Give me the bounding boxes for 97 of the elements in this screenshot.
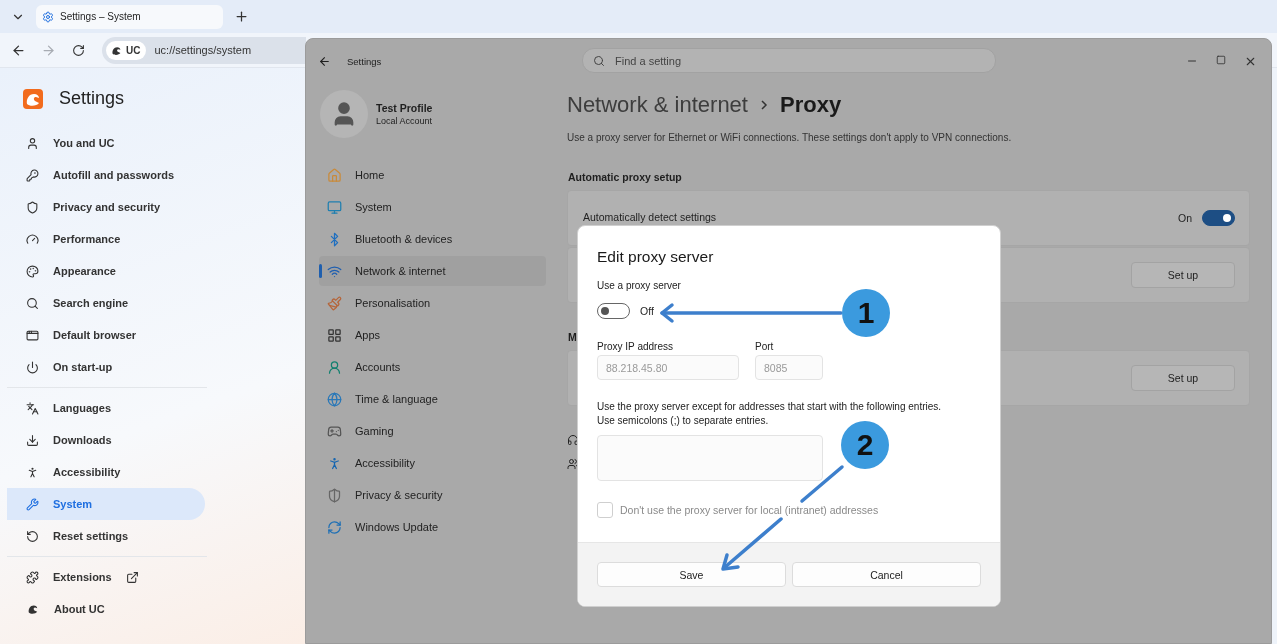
- nav-item[interactable]: Windows Update: [319, 512, 546, 542]
- profile-name: Test Profile: [376, 102, 433, 114]
- wifi-icon: [327, 263, 342, 279]
- sidebar-item[interactable]: Appearance: [7, 255, 205, 287]
- sidebar-item[interactable]: On start-up: [7, 351, 205, 383]
- window-icon: [26, 328, 39, 342]
- browser-tab[interactable]: Settings – System: [36, 4, 223, 29]
- forward-icon: [40, 42, 56, 58]
- chevron-icon: [759, 99, 768, 111]
- account-type: Local Account: [376, 116, 433, 126]
- search-icon: [593, 54, 605, 67]
- key-icon: [26, 168, 39, 182]
- badge-text: UC: [126, 44, 141, 56]
- checkbox-label: Don't use the proxy server for local (intranet) addresses: [620, 504, 879, 516]
- brush-icon: [327, 295, 342, 311]
- update-icon: [327, 519, 342, 535]
- section-heading: M: [568, 331, 578, 343]
- address-bar[interactable]: UC uc://settings/system: [102, 36, 306, 64]
- close-icon[interactable]: [1244, 55, 1257, 68]
- tab-title: Settings – System: [60, 11, 141, 22]
- wrench-icon: [26, 497, 39, 511]
- gear-icon: [42, 10, 54, 23]
- headset-icon[interactable]: [567, 434, 579, 446]
- url-text: uc://settings/system: [154, 44, 252, 56]
- shield-icon: [327, 487, 342, 503]
- nav-item[interactable]: Accessibility: [319, 448, 546, 478]
- nav-item[interactable]: Bluetooth & devices: [319, 224, 546, 254]
- page-description: Use a proxy server for Ethernet or WiFi connections. These settings don't apply to VPN connections.: [567, 132, 1013, 143]
- sidebar-item[interactable]: Languages: [7, 392, 205, 424]
- sidebar-title: Settings: [59, 88, 125, 109]
- toggle-state: On: [1178, 212, 1192, 224]
- reload-icon: [71, 43, 85, 57]
- accessibility-icon: [327, 455, 342, 471]
- nav-item[interactable]: Network & internet: [319, 256, 546, 286]
- search-field[interactable]: Find a setting: [582, 48, 996, 73]
- nav-item[interactable]: Time & language: [319, 384, 546, 414]
- power-icon: [26, 360, 39, 374]
- page-title: Proxy: [779, 92, 842, 118]
- back-icon[interactable]: [318, 55, 331, 68]
- sidebar-item[interactable]: Performance: [7, 223, 205, 255]
- cancel-button[interactable]: Cancel: [792, 562, 981, 587]
- sidebar-item[interactable]: About UC: [7, 593, 205, 625]
- back-icon: [10, 42, 26, 58]
- sidebar-item[interactable]: Downloads: [7, 424, 205, 456]
- logo-icon: [23, 88, 43, 109]
- plus-icon: [233, 9, 249, 24]
- field-label: Proxy IP address: [597, 341, 674, 352]
- sidebar-item[interactable]: Search engine: [7, 287, 205, 319]
- setup-button[interactable]: Set up: [1131, 262, 1235, 288]
- people-icon[interactable]: [567, 458, 579, 470]
- gauge-icon: [26, 232, 39, 246]
- site-badge[interactable]: UC: [106, 40, 147, 60]
- reset-icon: [26, 529, 39, 543]
- search-placeholder: Find a setting: [615, 54, 682, 67]
- person-icon: [26, 136, 39, 150]
- nav-item[interactable]: Personalisation: [319, 288, 546, 318]
- save-button[interactable]: Save: [597, 562, 786, 587]
- translate-icon: [26, 401, 39, 415]
- monitor-icon: [327, 199, 342, 215]
- palette-icon: [26, 264, 39, 278]
- sidebar-item[interactable]: Autofill and passwords: [7, 159, 205, 191]
- field-label: Port: [755, 341, 775, 352]
- gamepad-icon: [327, 423, 342, 439]
- sidebar-item[interactable]: Extensions: [7, 561, 205, 593]
- maximize-icon[interactable]: [1216, 55, 1226, 65]
- home-icon: [327, 167, 342, 183]
- setting-label: Automatically detect settings: [583, 211, 717, 223]
- toggle-switch[interactable]: [1202, 210, 1235, 226]
- globe-icon: [327, 391, 342, 407]
- toggle-state: Off: [640, 305, 654, 317]
- section-heading: Automatic proxy setup: [568, 171, 683, 183]
- person-icon: [327, 359, 342, 375]
- sidebar-item[interactable]: Accessibility: [7, 456, 205, 488]
- nav-item[interactable]: Accounts: [319, 352, 546, 382]
- search-icon: [26, 296, 39, 310]
- input-field[interactable]: [597, 435, 823, 481]
- sidebar-item[interactable]: Reset settings: [7, 520, 205, 552]
- nav-item[interactable]: Home: [319, 160, 546, 190]
- nav-item[interactable]: System: [319, 192, 546, 222]
- sidebar-item[interactable]: Privacy and security: [7, 191, 205, 223]
- nav-item[interactable]: Gaming: [319, 416, 546, 446]
- dialog-title: Edit proxy server: [597, 248, 715, 266]
- puzzle-icon: [26, 570, 39, 584]
- apps-icon: [327, 327, 342, 343]
- window-title: Settings: [347, 56, 382, 67]
- shield-icon: [26, 200, 39, 214]
- avatar: [320, 90, 368, 138]
- accessibility-icon: [26, 465, 39, 479]
- setup-button[interactable]: Set up: [1131, 365, 1235, 391]
- download-icon: [26, 433, 39, 447]
- field-label: Use a proxy server: [597, 280, 682, 291]
- nav-item[interactable]: Privacy & security: [319, 480, 546, 510]
- nav-item[interactable]: Apps: [319, 320, 546, 350]
- sidebar-item[interactable]: System: [7, 488, 205, 520]
- sidebar-item[interactable]: Default browser: [7, 319, 205, 351]
- sidebar-item[interactable]: You and UC: [7, 127, 205, 159]
- breadcrumb-link[interactable]: Network & internet: [567, 92, 748, 118]
